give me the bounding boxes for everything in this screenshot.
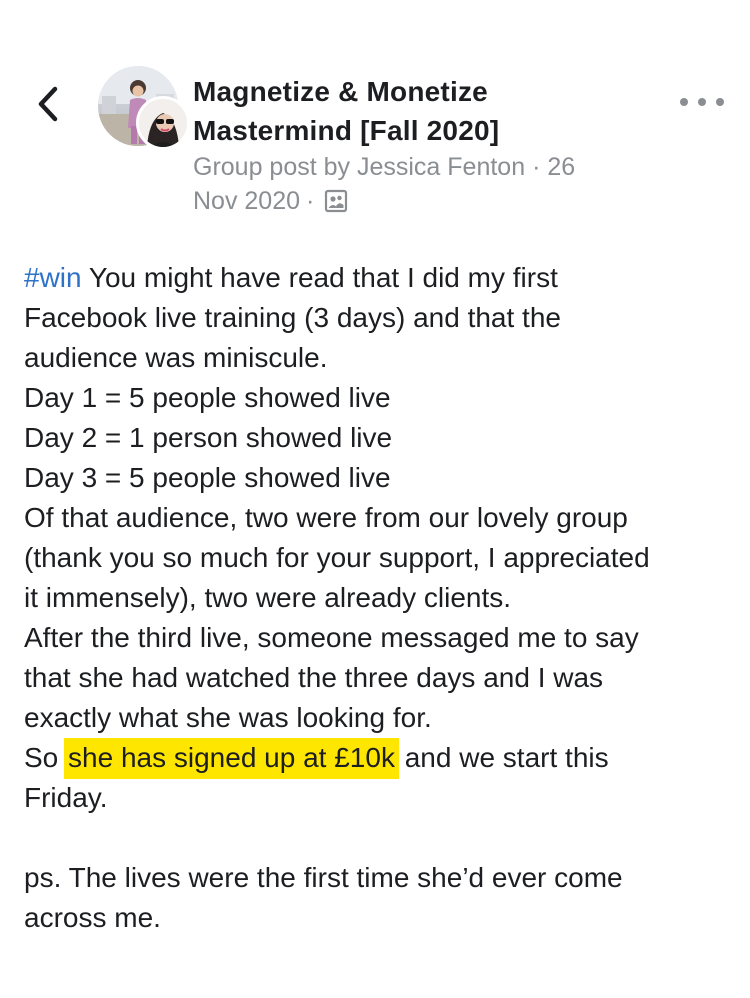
post-line: that she had watched the three days and … [24,662,604,693]
post-line: Day 1 = 5 people showed live [24,382,391,413]
group-name-line: Mastermind [Fall 2020] [193,115,500,146]
post-author-line[interactable]: Group post by Jessica Fenton · 26 [193,150,633,184]
more-options-dot [716,98,724,106]
post-line: exactly what she was looking for. [24,702,432,733]
post-line: across me. [24,902,161,933]
meta-separator: · [306,187,315,215]
group-privacy-icon [324,188,348,222]
group-avatar-stack[interactable] [96,64,190,150]
group-name[interactable]: Magnetize & Monetize Mastermind [Fall 20… [193,72,613,150]
post-line: Day 2 = 1 person showed live [24,422,393,453]
post-meta: Group post by Jessica Fenton · 26 Nov 20… [193,150,633,222]
post-line: it immensely), two were already clients. [24,582,512,613]
post-line: Day 3 = 5 people showed live [24,462,391,493]
more-options-button[interactable] [680,90,724,114]
highlighted-text: she has signed up at £10k [64,738,399,779]
post-body: #win You might have read that I did my f… [24,258,736,938]
post-text: So [24,742,67,773]
post-text: and we start this [396,742,609,773]
post-line: ps. The lives were the first time she’d … [24,862,623,893]
author-avatar[interactable] [136,96,190,150]
post-date-line: Nov 2020 · [193,184,633,222]
back-button[interactable] [30,80,66,128]
post-date[interactable]: Nov 2020 [193,187,300,215]
chevron-left-icon [38,86,58,122]
post-text: You might have read that I did my first [81,262,558,293]
post-header: Magnetize & Monetize Mastermind [Fall 20… [0,0,750,230]
post-line: (thank you so much for your support, I a… [24,542,650,573]
post-line: Friday. [24,782,108,813]
author-photo-icon [139,99,187,147]
more-options-dot [680,98,688,106]
more-options-dot [698,98,706,106]
post-line: #win You might have read that I did my f… [24,258,736,298]
group-name-line: Magnetize & Monetize [193,76,488,107]
post-line: After the third live, someone messaged m… [24,622,639,653]
hashtag-link[interactable]: #win [24,262,82,293]
post-line: Of that audience, two were from our love… [24,502,628,533]
post-line: audience was miniscule. [24,342,328,373]
post-line: Facebook live training (3 days) and that… [24,302,561,333]
post-line: So she has signed up at £10k and we star… [24,738,736,779]
